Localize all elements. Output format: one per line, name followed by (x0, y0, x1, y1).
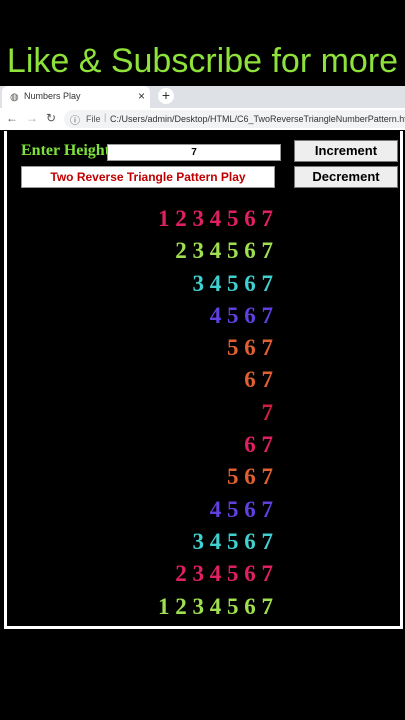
tab-title: Numbers Play (24, 91, 81, 101)
browser-toolbar: ← → ↻ ⓘ File | C:/Users/admin/Desktop/HT… (0, 108, 405, 130)
reload-icon[interactable]: ↻ (46, 111, 56, 125)
increment-button[interactable]: Increment (294, 140, 398, 162)
number-pattern: 1 2 3 4 5 6 7 2 3 4 5 6 7 3 4 5 6 7 4 5 6 7… (7, 203, 273, 623)
pattern-row: 7 (261, 399, 274, 425)
play-button[interactable]: Two Reverse Triangle Pattern Play (21, 166, 275, 188)
browser-chrome: ◍ Numbers Play × + ← → ↻ ⓘ File | C:/Use… (0, 86, 405, 130)
address-separator: | (104, 112, 107, 122)
pattern-row: 3 4 5 6 7 (192, 270, 274, 296)
tab-close-icon[interactable]: × (138, 89, 145, 103)
address-url: C:/Users/admin/Desktop/HTML/C6_TwoRevers… (110, 114, 405, 124)
address-bar[interactable]: ⓘ File | C:/Users/admin/Desktop/HTML/C6_… (64, 110, 405, 128)
pattern-row: 5 6 7 (227, 464, 273, 490)
pattern-row: 1 2 3 4 5 6 7 (158, 593, 273, 619)
pattern-row: 6 7 (244, 432, 273, 458)
pattern-row: 1 2 3 4 5 6 7 (158, 206, 273, 231)
globe-icon: ◍ (10, 92, 19, 103)
info-icon: ⓘ (70, 116, 80, 127)
new-tab-button[interactable]: + (158, 88, 174, 104)
back-icon[interactable]: ← (6, 111, 18, 125)
pattern-row: 2 3 4 5 6 7 (175, 561, 273, 587)
subscribe-banner: Like & Subscribe for more (6, 42, 399, 80)
forward-icon[interactable]: → (26, 111, 38, 125)
page-content: Enter Height 7 Increment Two Reverse Tri… (4, 131, 403, 629)
pattern-row: 6 7 (244, 367, 273, 393)
pattern-row: 4 5 6 7 (209, 496, 273, 522)
pattern-row: 5 6 7 (227, 335, 273, 361)
height-label: Enter Height (21, 142, 111, 159)
pattern-row: 2 3 4 5 6 7 (175, 238, 273, 264)
browser-tab[interactable]: ◍ Numbers Play × (2, 86, 150, 108)
pattern-row: 4 5 6 7 (209, 302, 273, 328)
address-prefix: File (86, 114, 101, 124)
decrement-button[interactable]: Decrement (294, 166, 398, 188)
height-input[interactable]: 7 (107, 144, 281, 161)
pattern-row: 3 4 5 6 7 (192, 528, 274, 554)
